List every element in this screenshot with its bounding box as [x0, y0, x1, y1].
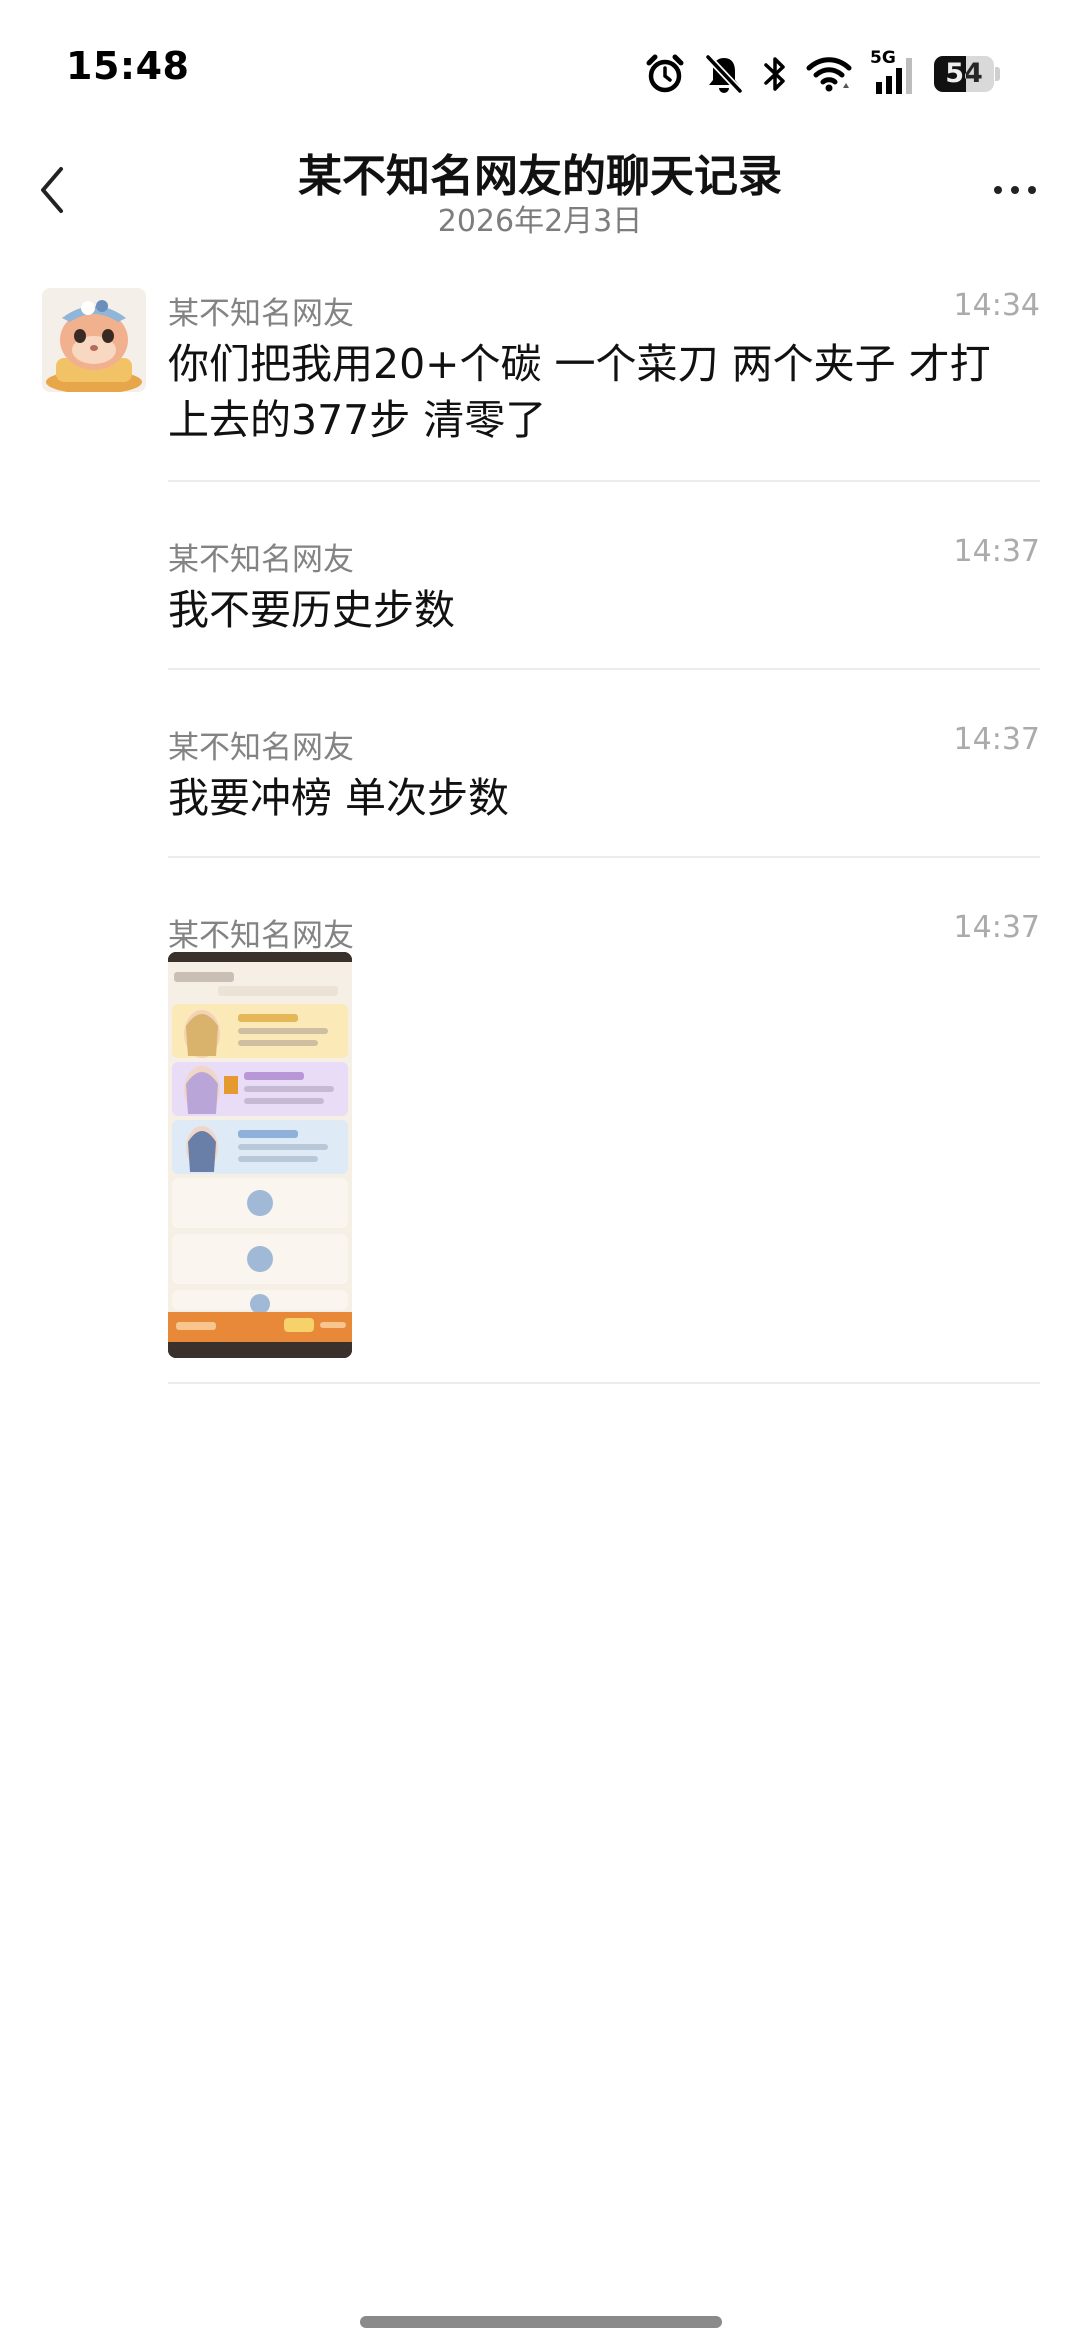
- battery-level: 54: [945, 58, 983, 89]
- message-item[interactable]: 某不知名网友 14:37 我要冲榜 单次步数: [168, 716, 1040, 858]
- avatar[interactable]: [42, 288, 146, 392]
- message-time: 14:37: [953, 910, 1040, 945]
- more-button[interactable]: [980, 162, 1050, 218]
- message-item[interactable]: 某不知名网友 14:37: [168, 904, 1040, 1384]
- page-title: 某不知名网友的聊天记录: [298, 151, 782, 202]
- message-text-line: 上去的377步 清零了: [168, 396, 547, 444]
- battery-cap: [995, 67, 1000, 81]
- message-sender: 某不知名网友: [168, 296, 354, 332]
- message-text: 我要冲榜 单次步数: [168, 774, 510, 822]
- message-text: 你们把我用20+个碳 一个菜刀 两个夹子 才打 上去的377步 清零了: [168, 326, 1040, 448]
- message-sender: 某不知名网友: [168, 918, 354, 954]
- message-text-line: 你们把我用20+个碳 一个菜刀 两个夹子 才打: [168, 340, 991, 388]
- home-indicator[interactable]: [360, 2316, 722, 2328]
- more-dots-icon: [994, 186, 1002, 194]
- mute-bell-icon: [704, 53, 744, 95]
- status-time: 15:48: [66, 44, 190, 88]
- bluetooth-icon: [762, 54, 788, 94]
- message-text: 我不要历史步数: [168, 586, 455, 634]
- alarm-icon: [644, 53, 686, 95]
- message-time: 14:34: [953, 288, 1040, 323]
- wifi-icon: [806, 55, 852, 93]
- cellular-5g-icon: 5G: [870, 48, 916, 96]
- image-thumbnail[interactable]: [168, 952, 352, 1358]
- message-sender: 某不知名网友: [168, 730, 354, 766]
- message-time: 14:37: [953, 722, 1040, 757]
- chat-history-header: 某不知名网友的聊天记录 2026年2月3日: [0, 140, 1080, 250]
- message-time: 14:37: [953, 534, 1040, 569]
- message-item[interactable]: 某不知名网友 14:34 你们把我用20+个碳 一个菜刀 两个夹子 才打 上去的…: [168, 282, 1040, 482]
- page-date: 2026年2月3日: [437, 204, 643, 239]
- battery-icon: 54: [934, 56, 1000, 92]
- status-icons: 5G 54: [644, 48, 1000, 98]
- message-list[interactable]: 某不知名网友 14:34 你们把我用20+个碳 一个菜刀 两个夹子 才打 上去的…: [0, 282, 1080, 1384]
- message-sender: 某不知名网友: [168, 542, 354, 578]
- message-item[interactable]: 某不知名网友 14:37 我不要历史步数: [168, 528, 1040, 670]
- status-bar: 15:48 5G 54: [0, 0, 1080, 140]
